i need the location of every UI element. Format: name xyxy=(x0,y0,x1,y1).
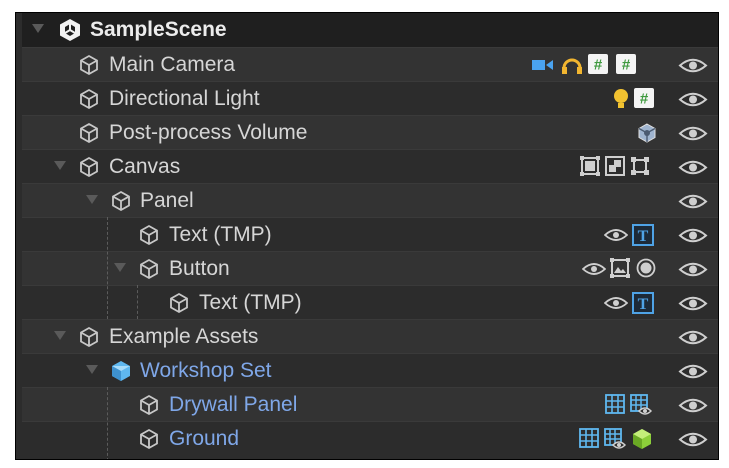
script-icon: # xyxy=(588,54,608,74)
image-icon xyxy=(610,258,630,278)
textmeshpro-icon: T xyxy=(632,292,654,314)
gameobject-cube-icon xyxy=(140,258,158,280)
script-icon: # xyxy=(634,88,654,108)
item-label: Post-process Volume xyxy=(109,121,308,144)
visibility-eye-icon[interactable] xyxy=(678,91,708,108)
mesh-filter-icon xyxy=(579,428,599,448)
item-label: Workshop Set xyxy=(140,359,272,382)
item-label: Panel xyxy=(140,189,194,212)
hierarchy-item-ground[interactable]: Ground xyxy=(22,421,718,455)
visibility-eye-icon[interactable] xyxy=(678,329,708,346)
script-icon: # xyxy=(616,54,636,74)
gameobject-cube-icon xyxy=(80,122,98,144)
tree-guide-line xyxy=(107,217,108,319)
prefab-cube-icon xyxy=(112,361,130,381)
gameobject-cube-icon xyxy=(140,224,158,246)
gameobject-cube-icon xyxy=(80,156,98,178)
visibility-eye-icon[interactable] xyxy=(678,363,708,380)
visibility-eye-icon[interactable] xyxy=(678,57,708,74)
visibility-eye-icon[interactable] xyxy=(678,397,708,414)
visibility-eye-icon[interactable] xyxy=(678,295,708,312)
canvas-icon xyxy=(580,156,600,176)
mesh-renderer-icon xyxy=(630,394,652,415)
textmeshpro-icon: T xyxy=(632,224,654,246)
item-label: Text (TMP) xyxy=(199,291,302,314)
audio-listener-icon xyxy=(562,58,582,74)
item-label: Ground xyxy=(169,427,240,450)
gameobject-cube-icon xyxy=(140,394,158,416)
svg-text:T: T xyxy=(638,296,649,313)
svg-text:#: # xyxy=(594,57,603,74)
camera-icon xyxy=(532,60,553,70)
gameobject-cube-icon xyxy=(80,88,98,110)
visibility-eye-icon[interactable] xyxy=(678,125,708,142)
visibility-icon xyxy=(604,297,628,309)
collider-icon xyxy=(633,429,651,449)
expand-arrow-icon[interactable] xyxy=(32,24,44,33)
mesh-renderer-icon xyxy=(604,428,626,449)
hierarchy-item-drywall-panel[interactable]: Drywall Panel xyxy=(22,387,718,421)
light-bulb-icon xyxy=(614,89,628,108)
hierarchy-item-workshop-set[interactable]: Workshop Set xyxy=(22,353,718,387)
visibility-eye-icon[interactable] xyxy=(678,431,708,448)
gameobject-cube-icon xyxy=(170,292,188,314)
expand-arrow-icon[interactable] xyxy=(54,331,66,340)
hierarchy-item-directional-light[interactable]: Directional Light # xyxy=(22,81,718,115)
button-icon xyxy=(636,258,656,278)
hierarchy-item-main-camera[interactable]: Main Camera # # xyxy=(22,47,718,81)
gameobject-cube-icon xyxy=(80,54,98,76)
item-label: Text (TMP) xyxy=(169,223,272,246)
expand-arrow-icon[interactable] xyxy=(86,365,98,374)
item-label: Button xyxy=(169,257,230,280)
visibility-eye-icon[interactable] xyxy=(678,227,708,244)
hierarchy-item-button[interactable]: Button xyxy=(22,251,718,285)
visibility-eye-icon[interactable] xyxy=(678,193,708,210)
visibility-icon xyxy=(582,263,606,275)
hierarchy-panel: SampleScene Main Camera # # Directional … xyxy=(15,12,719,460)
visibility-eye-icon[interactable] xyxy=(678,159,708,176)
expand-arrow-icon[interactable] xyxy=(86,195,98,204)
hierarchy-item-button-text-tmp[interactable]: Text (TMP) T xyxy=(22,285,718,319)
hierarchy-item-canvas[interactable]: Canvas xyxy=(22,149,718,183)
gameobject-cube-icon xyxy=(140,428,158,450)
tree-guide-line xyxy=(137,285,138,319)
tree-guide-line xyxy=(107,387,108,459)
item-label: Main Camera xyxy=(109,53,236,76)
svg-text:T: T xyxy=(638,228,649,245)
svg-text:#: # xyxy=(640,91,649,108)
post-process-icon xyxy=(638,123,656,143)
visibility-icon xyxy=(604,229,628,241)
item-label: Drywall Panel xyxy=(169,393,298,416)
gameobject-cube-icon xyxy=(112,190,130,212)
hierarchy-item-post-process-volume[interactable]: Post-process Volume xyxy=(22,115,718,149)
item-label: Directional Light xyxy=(109,87,260,110)
expand-arrow-icon[interactable] xyxy=(114,263,126,272)
svg-text:#: # xyxy=(622,57,631,74)
gameobject-cube-icon xyxy=(80,326,98,348)
canvas-scaler-icon xyxy=(605,156,625,176)
hierarchy-item-example-assets[interactable]: Example Assets xyxy=(22,319,718,353)
hierarchy-item-panel[interactable]: Panel xyxy=(22,183,718,217)
mesh-filter-icon xyxy=(605,394,625,414)
unity-scene-icon xyxy=(60,19,80,41)
expand-arrow-icon[interactable] xyxy=(54,161,66,170)
scene-row[interactable]: SampleScene xyxy=(22,13,718,47)
hierarchy-item-text-tmp[interactable]: Text (TMP) T xyxy=(22,217,718,251)
item-label: Example Assets xyxy=(109,325,259,348)
scene-name: SampleScene xyxy=(90,18,227,41)
item-label: Canvas xyxy=(109,155,181,178)
graphic-raycaster-icon xyxy=(631,157,649,175)
visibility-eye-icon[interactable] xyxy=(678,261,708,278)
